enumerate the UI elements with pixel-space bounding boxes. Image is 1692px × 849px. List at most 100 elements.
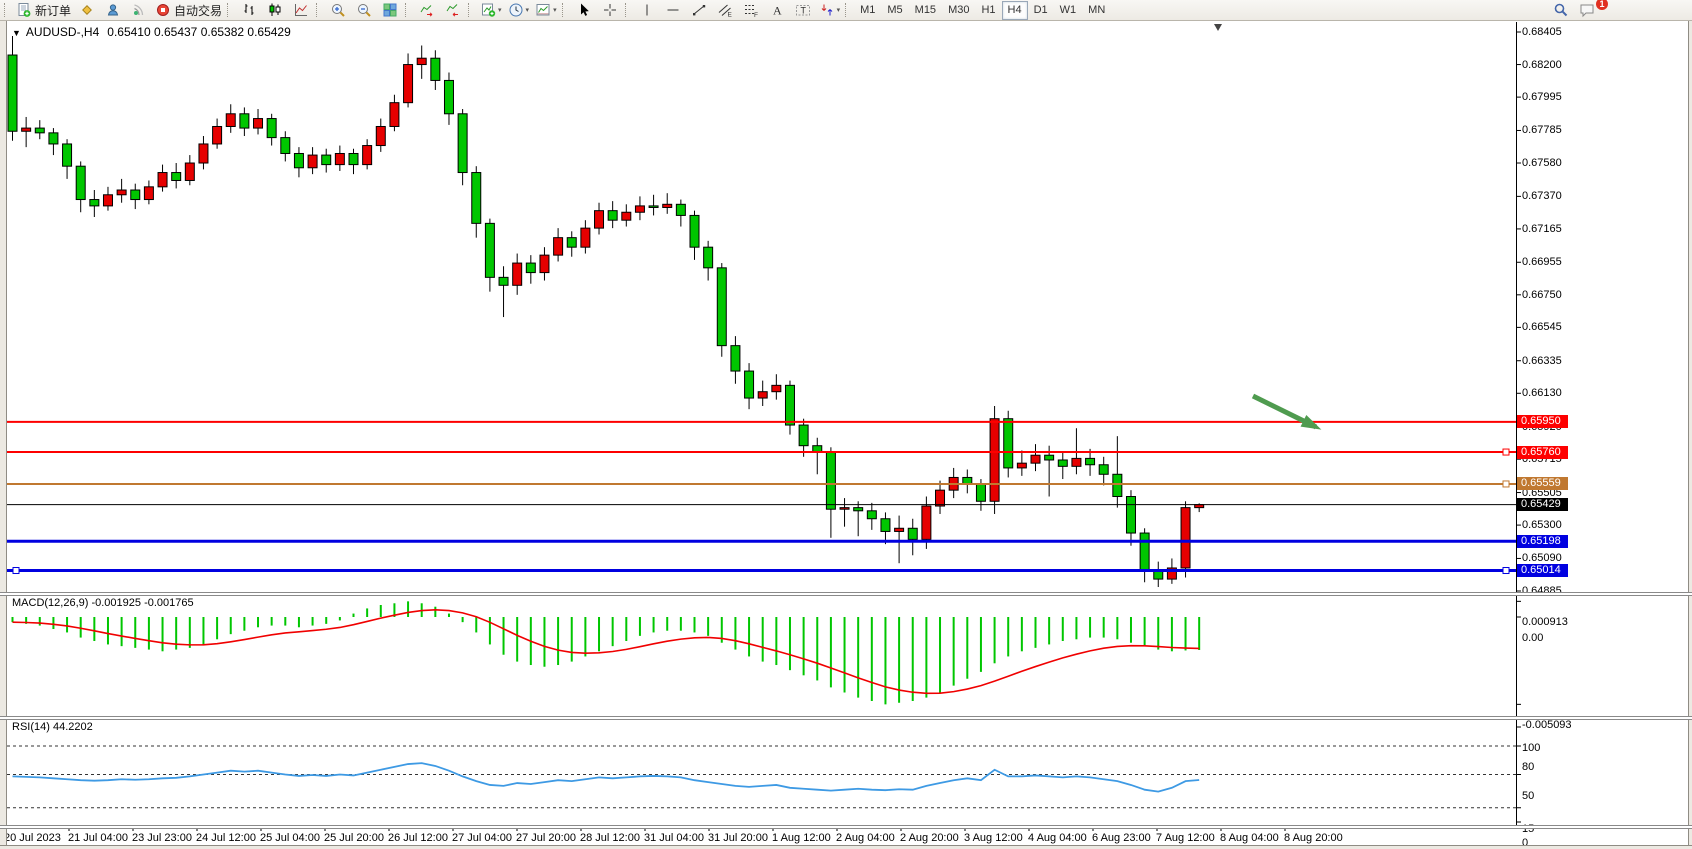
text-button[interactable]: A — [764, 0, 790, 20]
window-bottom-edge — [0, 845, 1692, 849]
template-icon — [535, 2, 551, 18]
toolbar-grip — [562, 3, 567, 17]
periods-button[interactable]: ▾ — [505, 0, 533, 20]
dropdown-arrow-icon[interactable]: ▾ — [553, 6, 557, 14]
macd-indicator-label: MACD(12,26,9) -0.001925 -0.001765 — [12, 597, 194, 609]
time-axis-label: 4 Aug 04:00 — [1028, 832, 1087, 844]
timeframe-w1-button[interactable]: W1 — [1054, 1, 1083, 20]
time-axis-label: 27 Jul 20:00 — [516, 832, 576, 844]
templates-button[interactable]: ▾ — [532, 0, 560, 20]
candle-body — [622, 212, 631, 220]
toolbar-grip — [625, 3, 630, 17]
auto-scroll-button[interactable] — [414, 0, 440, 20]
crosshair-button[interactable] — [597, 0, 623, 20]
line-handle[interactable] — [1503, 481, 1509, 487]
svg-text:A: A — [773, 4, 782, 18]
candle-body — [976, 484, 985, 501]
arrows-button[interactable]: ▾ — [816, 0, 844, 20]
candle-body — [1004, 419, 1013, 468]
price-axis-tick-label: 0.66955 — [1522, 256, 1562, 269]
candle-body — [131, 190, 140, 200]
line-handle[interactable] — [13, 568, 19, 574]
chart-canvas[interactable] — [0, 21, 1692, 849]
candlestick-chart-button[interactable] — [262, 0, 288, 20]
candle-body — [690, 215, 699, 247]
hline-icon — [665, 2, 681, 18]
time-axis-label: 31 Jul 04:00 — [644, 832, 704, 844]
time-axis-label: 3 Aug 12:00 — [964, 832, 1023, 844]
timeframe-h4-button[interactable]: H4 — [1002, 1, 1028, 20]
candle-body — [1113, 474, 1122, 496]
zoom-in-button[interactable] — [325, 0, 351, 20]
toolbar-grip — [4, 3, 9, 17]
candle-body — [213, 126, 222, 143]
timeframe-mn-button[interactable]: MN — [1082, 1, 1111, 20]
line-chart-button[interactable] — [288, 0, 314, 20]
rsi-panel-divider[interactable] — [0, 716, 1692, 720]
equidistant-channel-button[interactable]: E — [712, 0, 738, 20]
chart-shift-marker[interactable] — [1214, 24, 1222, 31]
price-axis-tick-label: 0.66545 — [1522, 321, 1562, 334]
notification-badge: 1 — [1596, 0, 1608, 10]
market-watch-icon — [79, 2, 95, 18]
candle-body — [1058, 460, 1067, 466]
candle-body — [90, 200, 99, 206]
timeframe-m30-button[interactable]: M30 — [942, 1, 975, 20]
candle-body — [240, 114, 249, 128]
fibonacci-button[interactable]: F — [738, 0, 764, 20]
trendline-button[interactable] — [686, 0, 712, 20]
candle-body — [1154, 571, 1163, 579]
time-axis-label: 21 Jul 04:00 — [68, 832, 128, 844]
candle-body — [1126, 497, 1135, 534]
candle-body — [1072, 458, 1081, 466]
cursor-button[interactable] — [571, 0, 597, 20]
timeframe-m1-button[interactable]: M1 — [854, 1, 881, 20]
vline-icon — [639, 2, 655, 18]
toolbar-grip — [316, 3, 321, 17]
svg-text:E: E — [727, 12, 732, 19]
rsi-axis-label: 100 — [1522, 742, 1540, 755]
dropdown-arrow-icon[interactable]: ▾ — [498, 6, 502, 14]
horizontal-line-button[interactable] — [660, 0, 686, 20]
new-chart-button[interactable]: ▾ — [477, 0, 505, 20]
timeframe-m15-button[interactable]: M15 — [909, 1, 942, 20]
vertical-line-button[interactable] — [634, 0, 660, 20]
market-watch-button[interactable] — [74, 0, 100, 20]
time-axis-divider — [0, 825, 1692, 829]
zoom-in-icon — [330, 2, 346, 18]
candle-body — [267, 119, 276, 138]
line-price-tag: 0.65559 — [1517, 477, 1568, 490]
autotrade-button[interactable]: 自动交易 — [152, 0, 225, 20]
candle-body — [540, 255, 549, 272]
text-label-button[interactable]: T — [790, 0, 816, 20]
timeframe-m5-button[interactable]: M5 — [881, 1, 908, 20]
chart-menu-icon[interactable]: ▼ — [12, 28, 21, 38]
candle-body — [390, 103, 399, 127]
timeframe-h1-button[interactable]: H1 — [975, 1, 1001, 20]
tile-windows-button[interactable] — [377, 0, 403, 20]
time-axis-label: 23 Jul 23:00 — [132, 832, 192, 844]
chart-shift-button[interactable] — [440, 0, 466, 20]
profile-button[interactable] — [100, 0, 126, 20]
candle-body — [294, 153, 303, 167]
dropdown-arrow-icon[interactable]: ▾ — [837, 6, 841, 14]
macd-panel-divider[interactable] — [0, 592, 1692, 596]
profile-icon — [105, 2, 121, 18]
candle-body — [649, 206, 658, 208]
line-handle[interactable] — [1503, 568, 1509, 574]
candle-body — [254, 119, 263, 129]
line-handle[interactable] — [1503, 449, 1509, 455]
candle-body — [76, 166, 85, 199]
rsi-axis-label: 50 — [1522, 790, 1534, 803]
candle-body — [22, 128, 31, 131]
main-toolbar: 新订单 自动交易 ▾ ▾ ▾ EFAT ▾ M1M5M15M30H1H4D1W1MN 1 — [0, 0, 1692, 21]
candle-body — [103, 195, 112, 206]
signals-button[interactable] — [126, 0, 152, 20]
candle-body — [785, 385, 794, 425]
zoom-out-button[interactable] — [351, 0, 377, 20]
dropdown-arrow-icon[interactable]: ▾ — [526, 6, 530, 14]
new-order-button[interactable]: 新订单 — [13, 0, 74, 20]
timeframe-d1-button[interactable]: D1 — [1028, 1, 1054, 20]
search-button[interactable] — [1548, 0, 1574, 20]
bar-chart-button[interactable] — [236, 0, 262, 20]
